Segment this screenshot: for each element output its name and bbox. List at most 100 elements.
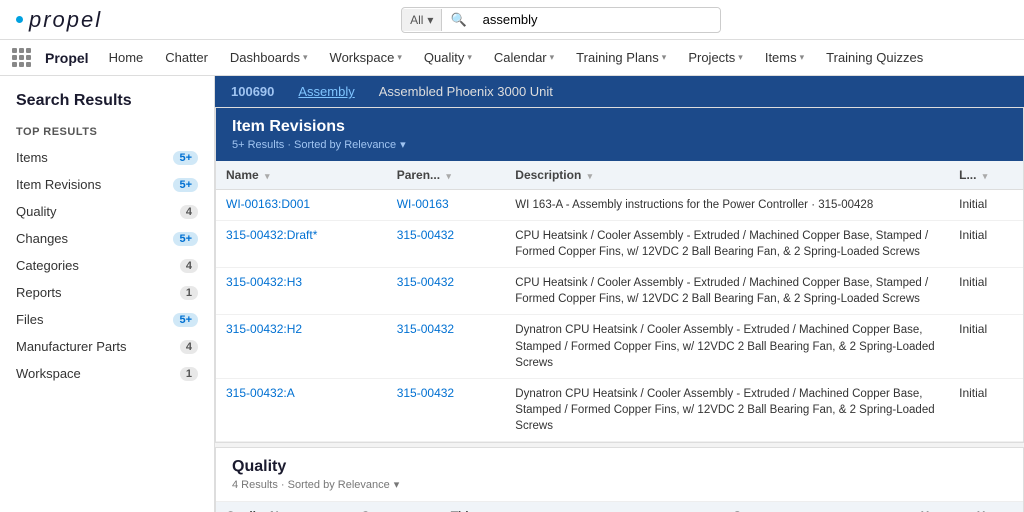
nav-item-training-quizzes[interactable]: Training Quizzes <box>816 44 933 71</box>
name-link[interactable]: 315-00432:Draft* <box>226 228 317 242</box>
col-ha2[interactable]: Ha... ▾ <box>967 502 1023 512</box>
quality-subtitle-text: 4 Results · Sorted by Relevance <box>232 479 390 491</box>
sidebar-files-label: Files <box>16 312 43 327</box>
sidebar-workspace-label: Workspace <box>16 366 81 381</box>
name-link[interactable]: 315-00432:A <box>226 386 295 400</box>
col-ha1[interactable]: Ha... ▾ <box>911 502 967 512</box>
cell-lifecycle: Initial <box>949 190 1023 221</box>
table-row: WI-00163:D001 WI-00163 WI 163-A - Assemb… <box>216 190 1023 221</box>
nav-projects-chevron: ▾ <box>738 52 743 63</box>
nav-training-plans-chevron: ▾ <box>662 52 667 63</box>
sidebar-item-quality[interactable]: Quality 4 <box>0 198 214 225</box>
nav-quality-chevron: ▾ <box>467 52 472 63</box>
sidebar-item-manufacturer-parts[interactable]: Manufacturer Parts 4 <box>0 333 214 360</box>
nav-item-home[interactable]: Home <box>99 44 154 71</box>
app-grid-icon[interactable] <box>8 44 35 71</box>
sidebar-item-reports[interactable]: Reports 1 <box>0 279 214 306</box>
col-name[interactable]: Name ▾ <box>216 161 387 190</box>
sidebar-item-revisions-label: Item Revisions <box>16 177 101 192</box>
sidebar-item-revisions-count: 5+ <box>173 178 198 192</box>
col-title[interactable]: Title ▾ <box>441 502 723 512</box>
nav-dashboards-label: Dashboards <box>230 50 300 65</box>
quality-sort-chevron: ▾ <box>394 478 400 491</box>
sidebar-item-workspace[interactable]: Workspace 1 <box>0 360 214 387</box>
col-category[interactable]: Categ... ▾ <box>351 502 441 512</box>
nav-brand: Propel <box>45 50 89 66</box>
lifecycle-sort-icon: ▾ <box>983 171 988 181</box>
sidebar-manufacturer-parts-label: Manufacturer Parts <box>16 339 127 354</box>
top-result-link[interactable]: Assembly <box>298 84 354 99</box>
name-link[interactable]: 315-00432:H3 <box>226 275 302 289</box>
cell-name: 315-00432:A <box>216 378 387 441</box>
nav-item-projects[interactable]: Projects ▾ <box>678 44 753 71</box>
col-lifecycle[interactable]: L... ▾ <box>949 161 1023 190</box>
nav-workspace-label: Workspace <box>330 50 395 65</box>
top-result-description: Assembled Phoenix 3000 Unit <box>379 84 553 99</box>
main-layout: Search Results Top Results Items 5+ Item… <box>0 76 1024 512</box>
sidebar-item-items[interactable]: Items 5+ <box>0 144 214 171</box>
logo: propel <box>16 7 102 33</box>
nav-item-calendar[interactable]: Calendar ▾ <box>484 44 564 71</box>
logo-text: propel <box>29 7 102 33</box>
sidebar-workspace-count: 1 <box>180 367 198 381</box>
cell-description: CPU Heatsink / Cooler Assembly - Extrude… <box>505 221 949 268</box>
search-box: All ▾ 🔍 <box>401 7 721 33</box>
search-filter-label: All <box>410 13 423 27</box>
search-area: All ▾ 🔍 <box>114 7 1008 33</box>
search-input[interactable] <box>475 8 720 31</box>
table-row: 315-00432:H2 315-00432 Dynatron CPU Heat… <box>216 315 1023 378</box>
parent-link[interactable]: 315-00432 <box>397 228 454 242</box>
quality-header: Quality 4 Results · Sorted by Relevance … <box>216 448 1023 502</box>
col-description[interactable]: Description ▾ <box>505 161 949 190</box>
name-link[interactable]: 315-00432:H2 <box>226 322 302 336</box>
sidebar-item-categories[interactable]: Categories 4 <box>0 252 214 279</box>
nav-calendar-label: Calendar <box>494 50 547 65</box>
parent-link[interactable]: 315-00432 <box>397 275 454 289</box>
quality-section: Quality 4 Results · Sorted by Relevance … <box>215 447 1024 512</box>
nav-item-workspace[interactable]: Workspace ▾ <box>320 44 412 71</box>
nav-item-dashboards[interactable]: Dashboards ▾ <box>220 44 318 71</box>
sidebar-quality-count: 4 <box>180 205 198 219</box>
nav-items-chevron: ▾ <box>800 52 805 63</box>
nav-chatter-label: Chatter <box>165 50 208 65</box>
sidebar-item-changes[interactable]: Changes 5+ <box>0 225 214 252</box>
sidebar-reports-count: 1 <box>180 286 198 300</box>
item-revisions-title: Item Revisions <box>232 118 1007 136</box>
item-revisions-sort-chevron: ▾ <box>400 138 406 151</box>
name-link[interactable]: WI-00163:D001 <box>226 197 310 211</box>
parent-link[interactable]: 315-00432 <box>397 322 454 336</box>
sidebar-categories-label: Categories <box>16 258 79 273</box>
search-icon: 🔍 <box>442 8 474 32</box>
nav-item-training-plans[interactable]: Training Plans ▾ <box>566 44 676 71</box>
nav-item-quality[interactable]: Quality ▾ <box>414 44 482 71</box>
quality-header-row: Quality Num... ▾ Categ... ▾ Title ▾ Stat… <box>216 502 1023 512</box>
nav-dashboards-chevron: ▾ <box>303 52 308 63</box>
sidebar-item-files[interactable]: Files 5+ <box>0 306 214 333</box>
sidebar-categories-count: 4 <box>180 259 198 273</box>
col-status[interactable]: Status ▾ <box>723 502 910 512</box>
desc-sort-icon: ▾ <box>588 171 593 181</box>
nav-calendar-chevron: ▾ <box>550 52 555 63</box>
col-quality-num[interactable]: Quality Num... ▾ <box>216 502 351 512</box>
quality-table: Quality Num... ▾ Categ... ▾ Title ▾ Stat… <box>216 502 1023 512</box>
cell-description: WI 163-A - Assembly instructions for the… <box>505 190 949 221</box>
nav-training-plans-label: Training Plans <box>576 50 659 65</box>
nav-item-chatter[interactable]: Chatter <box>155 44 218 71</box>
nav-item-items[interactable]: Items ▾ <box>755 44 814 71</box>
sidebar-reports-label: Reports <box>16 285 62 300</box>
quality-subtitle: 4 Results · Sorted by Relevance ▾ <box>232 478 1007 491</box>
table-row: 315-00432:Draft* 315-00432 CPU Heatsink … <box>216 221 1023 268</box>
item-revisions-table: Name ▾ Paren... ▾ Description ▾ L... ▾ W… <box>216 161 1023 442</box>
item-revisions-section: Item Revisions 5+ Results · Sorted by Re… <box>215 107 1024 443</box>
search-filter-dropdown[interactable]: All ▾ <box>402 9 442 31</box>
item-revisions-header-row: Name ▾ Paren... ▾ Description ▾ L... ▾ <box>216 161 1023 190</box>
sidebar-item-item-revisions[interactable]: Item Revisions 5+ <box>0 171 214 198</box>
cell-name: WI-00163:D001 <box>216 190 387 221</box>
top-result-number: 100690 <box>231 84 274 99</box>
col-parent[interactable]: Paren... ▾ <box>387 161 506 190</box>
parent-link[interactable]: WI-00163 <box>397 197 449 211</box>
cell-parent: WI-00163 <box>387 190 506 221</box>
logo-dot <box>16 16 23 23</box>
sidebar-title: Search Results <box>0 92 214 122</box>
parent-link[interactable]: 315-00432 <box>397 386 454 400</box>
